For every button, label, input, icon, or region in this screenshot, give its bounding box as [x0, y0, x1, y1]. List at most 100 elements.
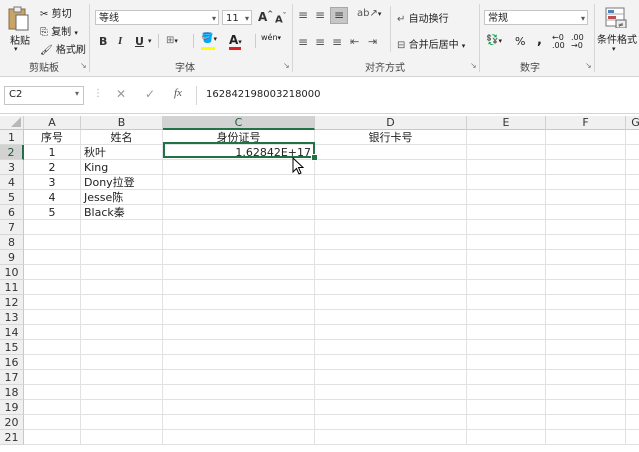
formula-input[interactable]: 162842198003218000 — [200, 86, 639, 105]
align-bottom-button[interactable]: ≡ — [330, 7, 348, 24]
cell-b12[interactable] — [81, 295, 163, 310]
cell-c8[interactable] — [163, 235, 315, 250]
cell-f5[interactable] — [546, 190, 626, 205]
cell-a3[interactable]: 2 — [24, 160, 81, 175]
cell-a10[interactable] — [24, 265, 81, 280]
cell-b11[interactable] — [81, 280, 163, 295]
row-header-5[interactable]: 5 — [0, 190, 24, 205]
row-header-9[interactable]: 9 — [0, 250, 24, 265]
cell-d7[interactable] — [315, 220, 467, 235]
increase-indent-icon[interactable]: ⇥ — [368, 35, 377, 48]
decrease-indent-icon[interactable]: ⇤ — [350, 35, 359, 48]
cell-e17[interactable] — [467, 370, 546, 385]
cell-a14[interactable] — [24, 325, 81, 340]
row-header-11[interactable]: 11 — [0, 280, 24, 295]
cell-f3[interactable] — [546, 160, 626, 175]
number-format-select[interactable]: 常规 ▾ — [484, 10, 588, 25]
accounting-format-button[interactable]: 💱▾ — [486, 35, 502, 46]
italic-button[interactable]: I — [118, 35, 122, 47]
cell-b7[interactable] — [81, 220, 163, 235]
row-header-7[interactable]: 7 — [0, 220, 24, 235]
cell-a16[interactable] — [24, 355, 81, 370]
cell-e10[interactable] — [467, 265, 546, 280]
cell-e1[interactable] — [467, 130, 546, 145]
cell-f12[interactable] — [546, 295, 626, 310]
align-left-icon[interactable]: ≡ — [298, 35, 308, 49]
select-all-corner[interactable] — [0, 116, 24, 130]
shrink-font-button[interactable]: Aˇ — [275, 12, 286, 25]
cell-b20[interactable] — [81, 415, 163, 430]
cell-f9[interactable] — [546, 250, 626, 265]
cell-f13[interactable] — [546, 310, 626, 325]
formula-bar-grip-icon[interactable]: ⋮ — [93, 88, 103, 99]
row-header-1[interactable]: 1 — [0, 130, 24, 145]
cell-f1[interactable] — [546, 130, 626, 145]
cell-b14[interactable] — [81, 325, 163, 340]
row-header-16[interactable]: 16 — [0, 355, 24, 370]
cell-c19[interactable] — [163, 400, 315, 415]
cell-c6[interactable] — [163, 205, 315, 220]
decrease-decimal-button[interactable]: .00 →0 — [571, 34, 584, 50]
row-header-18[interactable]: 18 — [0, 385, 24, 400]
column-header-f[interactable]: F — [546, 116, 626, 130]
cell-e8[interactable] — [467, 235, 546, 250]
underline-button[interactable]: U — [135, 35, 144, 48]
cell-a17[interactable] — [24, 370, 81, 385]
cell-d2[interactable] — [315, 145, 467, 160]
font-launcher-icon[interactable]: ↘ — [283, 61, 290, 70]
cell-a18[interactable] — [24, 385, 81, 400]
cell-d3[interactable] — [315, 160, 467, 175]
cell-g1[interactable] — [626, 130, 639, 145]
cell-g8[interactable] — [626, 235, 639, 250]
cell-g5[interactable] — [626, 190, 639, 205]
cell-g2[interactable] — [626, 145, 639, 160]
cell-a9[interactable] — [24, 250, 81, 265]
cell-d14[interactable] — [315, 325, 467, 340]
cell-d6[interactable] — [315, 205, 467, 220]
cell-a7[interactable] — [24, 220, 81, 235]
cell-b13[interactable] — [81, 310, 163, 325]
cell-g16[interactable] — [626, 355, 639, 370]
cell-a21[interactable] — [24, 430, 81, 445]
cell-c7[interactable] — [163, 220, 315, 235]
cell-b5[interactable]: Jesse陈 — [81, 190, 163, 205]
cell-d5[interactable] — [315, 190, 467, 205]
cell-d12[interactable] — [315, 295, 467, 310]
cell-f17[interactable] — [546, 370, 626, 385]
cell-d15[interactable] — [315, 340, 467, 355]
number-launcher-icon[interactable]: ↘ — [585, 61, 592, 70]
cell-d17[interactable] — [315, 370, 467, 385]
cell-c12[interactable] — [163, 295, 315, 310]
cut-button[interactable]: ✂ 剪切 — [40, 5, 72, 20]
cell-g6[interactable] — [626, 205, 639, 220]
cell-d16[interactable] — [315, 355, 467, 370]
cell-e9[interactable] — [467, 250, 546, 265]
row-header-2[interactable]: 2 — [0, 145, 24, 160]
row-header-19[interactable]: 19 — [0, 400, 24, 415]
font-size-select[interactable]: 11 ▾ — [222, 10, 252, 25]
cell-f18[interactable] — [546, 385, 626, 400]
paste-button[interactable]: 粘贴 — [10, 32, 30, 47]
conditional-formatting-dropdown-icon[interactable]: ▾ — [612, 45, 616, 53]
font-color-button[interactable]: A▾ — [229, 33, 242, 47]
cell-g3[interactable] — [626, 160, 639, 175]
enter-icon[interactable]: ✓ — [145, 87, 155, 101]
align-center-icon[interactable]: ≡ — [315, 35, 325, 49]
cell-e11[interactable] — [467, 280, 546, 295]
cell-b21[interactable] — [81, 430, 163, 445]
cell-b10[interactable] — [81, 265, 163, 280]
cell-c10[interactable] — [163, 265, 315, 280]
cell-d21[interactable] — [315, 430, 467, 445]
cell-a19[interactable] — [24, 400, 81, 415]
cell-a15[interactable] — [24, 340, 81, 355]
cell-g19[interactable] — [626, 400, 639, 415]
cell-c17[interactable] — [163, 370, 315, 385]
cell-a8[interactable] — [24, 235, 81, 250]
cell-e5[interactable] — [467, 190, 546, 205]
cell-c15[interactable] — [163, 340, 315, 355]
cell-c5[interactable] — [163, 190, 315, 205]
insert-function-icon[interactable]: fx — [174, 87, 182, 99]
underline-dropdown-icon[interactable]: ▾ — [148, 37, 152, 45]
cell-b1[interactable]: 姓名 — [81, 130, 163, 145]
cell-a12[interactable] — [24, 295, 81, 310]
